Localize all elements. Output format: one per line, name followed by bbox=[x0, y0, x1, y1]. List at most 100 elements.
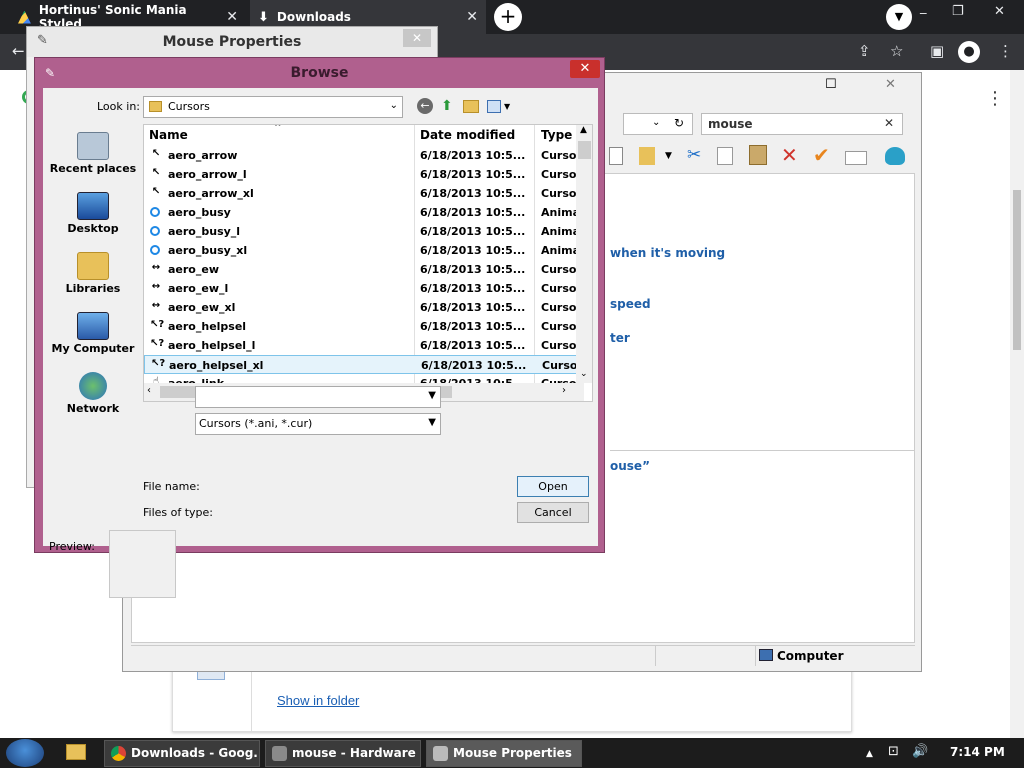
mouse-icon: ✎ bbox=[37, 33, 48, 48]
page-menu-icon[interactable]: ⋮ bbox=[986, 88, 1004, 109]
share-icon[interactable]: ⇪ bbox=[858, 42, 871, 60]
look-in-select[interactable]: Cursors ⌄ bbox=[143, 96, 403, 118]
scrollbar-thumb[interactable] bbox=[1013, 190, 1021, 350]
file-list-vscrollbar[interactable]: ▲ ⌄ bbox=[576, 125, 592, 383]
file-name: aero_arrow bbox=[168, 149, 238, 162]
back-arrow-icon[interactable]: ← bbox=[12, 42, 25, 60]
ew-cursor-icon: ↔ bbox=[151, 281, 161, 292]
file-name-input[interactable]: ▼ bbox=[195, 386, 441, 408]
file-row[interactable]: ↔ aero_ew_l 6/18/2013 10:5... Cursor bbox=[144, 279, 584, 298]
maximize-icon[interactable]: ☐ bbox=[825, 77, 837, 92]
result-link[interactable]: when it's moving bbox=[610, 246, 725, 260]
taskbar-label: Mouse Properties bbox=[453, 746, 572, 760]
file-row[interactable]: ↖ aero_arrow_xl 6/18/2013 10:5... Cursor bbox=[144, 184, 584, 203]
files-of-type-select[interactable]: Cursors (*.ani, *.cur) ▼ bbox=[195, 413, 441, 435]
file-row[interactable]: ↔ aero_ew_xl 6/18/2013 10:5... Cursor bbox=[144, 298, 584, 317]
show-in-folder-link[interactable]: Show in folder bbox=[277, 693, 359, 708]
tab-search-chevron-icon[interactable]: ▼ bbox=[886, 4, 912, 30]
taskbar-downloads[interactable]: Downloads - Goog... bbox=[104, 740, 260, 767]
view-icon[interactable] bbox=[609, 147, 623, 165]
place-desktop[interactable]: Desktop bbox=[47, 192, 139, 235]
paste-icon[interactable] bbox=[749, 145, 767, 165]
back-icon[interactable]: ← bbox=[417, 98, 433, 114]
column-name[interactable]: Name bbox=[149, 128, 188, 142]
window-close-icon[interactable]: ✕ bbox=[403, 29, 431, 47]
result-link[interactable]: ouse” bbox=[610, 459, 650, 473]
open-button[interactable]: Open bbox=[517, 476, 589, 497]
taskbar-mouse-properties[interactable]: Mouse Properties bbox=[426, 740, 582, 767]
scrollbar-thumb[interactable] bbox=[578, 141, 591, 159]
cancel-button[interactable]: Cancel bbox=[517, 502, 589, 523]
dialog-close-icon[interactable]: ✕ bbox=[570, 60, 600, 78]
result-link[interactable]: speed bbox=[610, 297, 651, 311]
file-row[interactable]: aero_busy_xl 6/18/2013 10:5... Animated bbox=[144, 241, 584, 260]
dropdown-chevron-icon[interactable]: ⌄ bbox=[390, 100, 398, 111]
clear-search-icon[interactable]: ✕ bbox=[884, 116, 894, 130]
explorer-taskbar-icon[interactable] bbox=[66, 744, 86, 760]
tab-close-icon[interactable]: ✕ bbox=[226, 9, 238, 25]
dropdown-chevron-icon[interactable]: ▼ bbox=[428, 390, 436, 401]
properties-icon[interactable] bbox=[845, 151, 867, 165]
window-close-icon[interactable]: ✕ bbox=[994, 4, 1005, 19]
shell-icon[interactable] bbox=[885, 147, 905, 165]
page-scrollbar[interactable] bbox=[1010, 70, 1024, 738]
place-my-computer[interactable]: My Computer bbox=[47, 312, 139, 355]
file-type: Cursor bbox=[542, 359, 580, 372]
file-date: 6/18/2013 10:5... bbox=[420, 320, 526, 333]
minimize-icon[interactable]: _ bbox=[920, 0, 927, 15]
file-row[interactable]: ↖? aero_helpsel_l 6/18/2013 10:5... Cursor bbox=[144, 336, 584, 355]
place-recent[interactable]: Recent places bbox=[47, 132, 139, 175]
scroll-left-icon[interactable]: ‹ bbox=[147, 385, 151, 396]
up-folder-icon[interactable]: ⬆ bbox=[441, 98, 453, 114]
volume-icon[interactable]: 🔊 bbox=[912, 744, 928, 759]
start-button-icon[interactable] bbox=[6, 739, 44, 767]
copy-icon[interactable] bbox=[717, 147, 733, 165]
look-in-label: Look in: bbox=[97, 100, 140, 113]
file-row[interactable]: aero_busy 6/18/2013 10:5... Animated bbox=[144, 203, 584, 222]
chrome-menu-icon[interactable]: ⋮ bbox=[998, 42, 1013, 60]
side-panel-icon[interactable]: ▣ bbox=[930, 42, 944, 60]
dropdown-chevron-icon[interactable]: ▼ bbox=[504, 102, 510, 111]
file-row[interactable]: ↔ aero_ew 6/18/2013 10:5... Cursor bbox=[144, 260, 584, 279]
view-menu-icon[interactable] bbox=[487, 100, 501, 113]
tray-chevron-icon[interactable]: ▲ bbox=[866, 749, 873, 759]
file-row[interactable]: aero_busy_l 6/18/2013 10:5... Animated bbox=[144, 222, 584, 241]
column-type[interactable]: Type bbox=[541, 128, 572, 142]
restore-icon[interactable]: ❐ bbox=[952, 4, 964, 19]
file-row[interactable]: ↖ aero_arrow 6/18/2013 10:5... Cursor bbox=[144, 146, 584, 165]
file-row[interactable]: ↖? aero_helpsel 6/18/2013 10:5... Cursor bbox=[144, 317, 584, 336]
new-folder-icon[interactable] bbox=[463, 100, 479, 113]
window-close-icon[interactable]: ✕ bbox=[885, 77, 896, 92]
place-network[interactable]: Network bbox=[47, 372, 139, 415]
busy-cursor-icon bbox=[150, 207, 160, 217]
new-tab-button[interactable]: + bbox=[494, 3, 522, 31]
refresh-icon[interactable]: ↻ bbox=[674, 116, 684, 130]
folder-check-icon[interactable] bbox=[639, 147, 655, 165]
profile-avatar-icon[interactable]: ● bbox=[958, 41, 980, 63]
search-input[interactable]: mouse ✕ bbox=[701, 113, 903, 135]
network-tray-icon[interactable]: ⊡ bbox=[888, 744, 899, 759]
checkmark-icon[interactable]: ✔ bbox=[813, 143, 830, 167]
arrow-cursor-icon: ↖ bbox=[151, 148, 161, 159]
bookmark-star-icon[interactable]: ☆ bbox=[890, 42, 903, 60]
file-row[interactable]: ↖? aero_helpsel_xl 6/18/2013 10:5... Cursor bbox=[144, 355, 584, 374]
column-date[interactable]: Date modified bbox=[420, 128, 515, 142]
dropdown-chevron-icon[interactable]: ▼ bbox=[665, 151, 672, 161]
scroll-down-icon[interactable]: ⌄ bbox=[580, 369, 588, 379]
tab-close-icon[interactable]: ✕ bbox=[466, 9, 478, 25]
taskbar-hardware[interactable]: mouse - Hardware ... bbox=[265, 740, 421, 767]
cut-icon[interactable]: ✂ bbox=[687, 145, 701, 165]
scroll-up-icon[interactable]: ▲ bbox=[580, 125, 587, 135]
result-link[interactable]: ter bbox=[610, 331, 630, 345]
address-bar[interactable]: ⌄ ↻ bbox=[623, 113, 693, 135]
file-list[interactable]: Name ^ Date modified Type ↖ aero_arrow 6/1… bbox=[143, 124, 593, 402]
delete-icon[interactable]: ✕ bbox=[781, 143, 798, 167]
file-type: Cursor bbox=[541, 168, 579, 181]
place-libraries[interactable]: Libraries bbox=[47, 252, 139, 295]
file-row[interactable]: ↖ aero_arrow_l 6/18/2013 10:5... Cursor bbox=[144, 165, 584, 184]
dropdown-chevron-icon[interactable]: ▼ bbox=[428, 417, 436, 428]
clock[interactable]: 7:14 PM bbox=[950, 745, 1005, 759]
dropdown-chevron-icon[interactable]: ⌄ bbox=[652, 117, 660, 128]
file-type: Cursor bbox=[541, 187, 579, 200]
scroll-right-icon[interactable]: › bbox=[562, 385, 566, 396]
